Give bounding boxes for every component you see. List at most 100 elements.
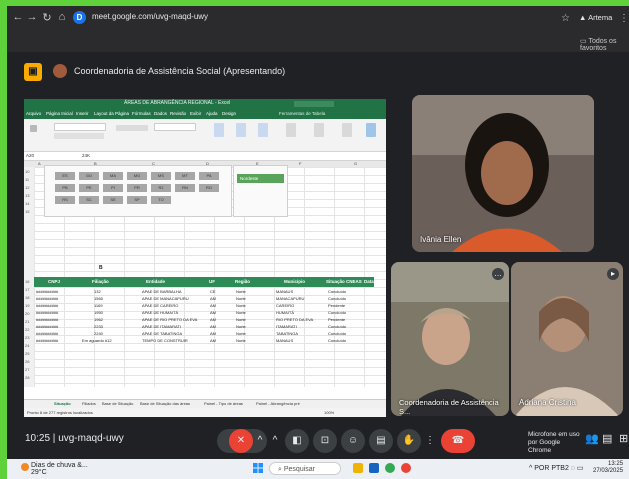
table-cell[interactable]: Norte [236, 324, 246, 329]
region-slicer-selected[interactable]: Nordeste [237, 174, 284, 183]
menu-item[interactable]: Revisão [170, 111, 186, 116]
weather-icon[interactable] [21, 463, 29, 471]
url-text[interactable]: meet.google.com/uvg-maqd-uwy [92, 12, 208, 21]
row-number[interactable]: 28 [25, 375, 29, 380]
bookmark-star-icon[interactable]: ☆ [561, 13, 570, 24]
table-cell[interactable]: 1169 [94, 303, 103, 308]
row-number[interactable]: 17 [25, 287, 29, 292]
table-row[interactable]: ########## 2240 APAE DE TABATINGA AM Nor… [34, 330, 374, 337]
font-box[interactable] [54, 123, 106, 131]
table-cell[interactable]: APAE DE MANACAPURU [142, 296, 189, 301]
sheet-tab[interactable]: Filiados [82, 401, 96, 406]
participant-tile-2[interactable]: … Coordenadoria de Assistência S... [391, 262, 509, 416]
slicer-button[interactable]: PA [199, 172, 219, 180]
reload-icon[interactable]: ↻ [40, 11, 54, 24]
table-row[interactable]: ########## 132 APAE DE BARBALHA CE Norte… [34, 288, 374, 295]
table-header-cell[interactable]: Filiação [92, 279, 109, 284]
row-number[interactable]: 19 [25, 303, 29, 308]
mic-options-icon[interactable]: ^ [254, 429, 266, 453]
table-cell[interactable]: ########## [36, 338, 58, 343]
slicer-button[interactable]: MG [127, 172, 147, 180]
table-cell[interactable]: ########## [36, 324, 58, 329]
table-cell[interactable]: AM [210, 303, 216, 308]
table-cell[interactable]: 2240 [94, 331, 103, 336]
taskbar-search[interactable]: ⌕ Pesquisar [269, 462, 341, 475]
home-icon[interactable]: ⌂ [55, 11, 69, 23]
table-cell[interactable]: Norte [236, 289, 246, 294]
table-cell[interactable]: ########## [36, 289, 58, 294]
present-screen-icon[interactable]: ⊡ [313, 429, 337, 453]
table-cell[interactable]: AM [210, 338, 216, 343]
slicer-button[interactable]: RJ [151, 184, 171, 192]
row-number[interactable]: 24 [25, 343, 29, 348]
table-header-cell[interactable]: Situação CNEAS [326, 279, 362, 284]
table-cell[interactable]: APAE DE ITAMARATI [142, 324, 181, 329]
sheet-tab[interactable]: Base de Situação das áreas [140, 401, 190, 406]
formula-input[interactable]: 24K [82, 153, 90, 158]
slicer-button[interactable]: MT [175, 172, 195, 180]
slicer-button[interactable]: MA [103, 172, 123, 180]
table-cell[interactable]: 1962 [94, 317, 103, 322]
row-number[interactable]: 21 [25, 319, 29, 324]
table-cell[interactable]: ########## [36, 303, 58, 308]
chrome-icon[interactable] [385, 463, 395, 473]
column-letter[interactable]: F [299, 161, 301, 166]
table-cell[interactable]: Norte [236, 317, 246, 322]
slicer-button[interactable]: PI [103, 184, 123, 192]
file-explorer-icon[interactable] [353, 463, 363, 473]
align-icon[interactable] [116, 125, 148, 131]
more-options-icon[interactable]: … [492, 268, 504, 280]
back-icon[interactable]: ← [11, 11, 25, 23]
sheet-tab[interactable]: Painel - Tipo de áreas [204, 401, 243, 406]
slicer-button[interactable]: SP [127, 196, 147, 204]
table-cell[interactable]: Norte [236, 303, 246, 308]
conditional-format-icon[interactable] [214, 123, 224, 137]
table-cell[interactable]: ########## [36, 317, 58, 322]
slicer-button[interactable]: GO [79, 172, 99, 180]
camera-options-icon[interactable]: ^ [269, 429, 281, 453]
table-cell[interactable]: Concluído [328, 338, 346, 343]
insert-cells-icon[interactable] [286, 123, 296, 137]
table-cell[interactable]: Norte [236, 310, 246, 315]
table-row[interactable]: ########## 2233 APAE DE ITAMARATI AM Nor… [34, 323, 374, 330]
row-number[interactable]: 18 [25, 295, 29, 300]
row-number[interactable]: 12 [25, 185, 29, 190]
name-box[interactable]: A20 [26, 153, 34, 158]
table-header-cell[interactable]: Região [235, 279, 250, 284]
row-number[interactable]: 10 [25, 169, 29, 174]
table-header-cell[interactable]: Data [364, 279, 374, 284]
table-row[interactable]: ########## 1565 APAE DE MANACAPURU AM No… [34, 295, 374, 302]
table-header-cell[interactable]: UF [209, 279, 215, 284]
table-cell[interactable]: Concluído [328, 324, 346, 329]
row-number[interactable]: 11 [25, 177, 29, 182]
windows-start-icon[interactable] [253, 463, 263, 473]
presentation-icon[interactable]: ▣ [24, 63, 42, 81]
address-bar[interactable]: D meet.google.com/uvg-maqd-uwy [73, 10, 543, 27]
column-letter[interactable]: A [38, 161, 41, 166]
raise-hand-icon[interactable]: ✋ [397, 429, 421, 453]
table-format-icon[interactable] [236, 123, 246, 137]
table-cell[interactable]: MANACAPURU [276, 296, 304, 301]
table-cell[interactable]: 1950 [94, 310, 103, 315]
table-cell[interactable]: APAE DE CAREIRO [142, 303, 178, 308]
table-cell[interactable]: Norte [236, 338, 246, 343]
menu-item[interactable]: Dados [154, 111, 167, 116]
activities-icon[interactable]: ⊞ [619, 432, 628, 445]
taskbar-clock[interactable]: 13:25 27/03/2025 [593, 461, 623, 475]
table-cell[interactable]: MANAUS [276, 338, 293, 343]
table-cell[interactable]: Pendente [328, 317, 345, 322]
table-cell[interactable]: HUMAITÁ [276, 310, 294, 315]
browser-icon[interactable] [401, 463, 411, 473]
browser-menu-icon[interactable]: ⋮ [619, 13, 629, 24]
font-style-icon[interactable] [54, 133, 104, 139]
store-icon[interactable] [369, 463, 379, 473]
menu-item[interactable]: Inserir [76, 111, 89, 116]
number-format-box[interactable] [154, 123, 196, 131]
people-icon[interactable]: 👥 [585, 432, 599, 445]
menu-item[interactable]: Página Inicial [46, 111, 73, 116]
sheet-tab[interactable]: Situação [54, 401, 71, 406]
table-cell[interactable]: APAE DE TABATINGA [142, 331, 182, 336]
slicer-button[interactable]: RO [199, 184, 219, 192]
row-number[interactable]: 13 [25, 193, 29, 198]
row-number[interactable]: 26 [25, 359, 29, 364]
